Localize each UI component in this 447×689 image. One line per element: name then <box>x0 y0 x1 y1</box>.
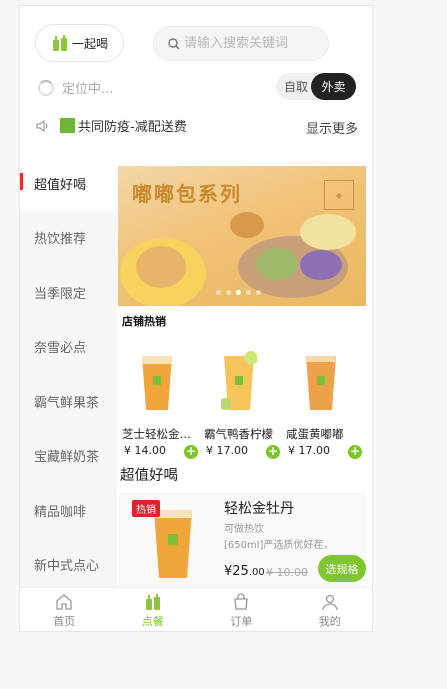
sidebar-item-label: 当季限定 <box>34 286 87 302</box>
sidebar-item-milk-tea[interactable]: 宝藏鲜奶茶 <box>20 429 117 484</box>
hot-item-name: 咸蛋黄嘟嘟 <box>286 427 344 441</box>
price-decimal: .00 <box>248 567 265 578</box>
sidebar-item-must-order[interactable]: 奈雪必点 <box>20 320 117 375</box>
drink-cup-image <box>221 351 257 410</box>
sidebar-item-label: 宝藏鲜奶茶 <box>34 450 100 466</box>
drink-cup-image <box>142 356 172 410</box>
sidebar-item-snacks[interactable]: 新中式点心 <box>20 538 117 588</box>
tab-profile[interactable]: 我的 <box>286 588 373 631</box>
tab-label: 我的 <box>318 614 341 628</box>
sidebar-item-fruit-tea[interactable]: 霸气鲜果茶 <box>20 374 117 429</box>
person-icon <box>322 594 338 610</box>
pagination-dot[interactable] <box>256 290 261 295</box>
home-icon <box>56 593 72 610</box>
product-desc-line1: 可做热饮 <box>224 524 264 535</box>
location-status[interactable]: 定位中... <box>38 78 113 97</box>
speaker-icon <box>36 119 48 132</box>
banner-bun-image <box>300 250 342 280</box>
pagination-dot[interactable] <box>216 290 221 295</box>
category-title: 超值好喝 <box>120 468 178 484</box>
banner-bun-image <box>300 214 356 250</box>
search-input[interactable] <box>184 36 324 51</box>
choose-spec-button[interactable]: 选规格 <box>318 555 366 582</box>
hot-item-card[interactable]: 霸气鸭香柠檬 ¥ 17.00 + <box>200 336 282 461</box>
tab-label: 订单 <box>230 614 253 628</box>
order-mode-toggle[interactable]: 自取 外卖 <box>276 73 356 100</box>
notice-text: 共同防疫-减配送费 <box>78 120 187 135</box>
banner-bun-image <box>230 212 264 238</box>
search-icon <box>168 37 180 49</box>
product-price: ¥25.00 <box>224 564 265 579</box>
hot-item-name: 霸气鸭香柠檬 <box>204 427 273 441</box>
pagination-dot[interactable] <box>226 290 231 295</box>
hot-item-card[interactable]: 咸蛋黄嘟嘟 ¥ 17.00 + <box>282 336 364 461</box>
sidebar-item-label: 新中式点心 <box>34 559 100 575</box>
show-more-link[interactable]: 显示更多 <box>306 118 358 137</box>
search-box[interactable] <box>153 26 329 61</box>
sidebar-item-hot-drinks[interactable]: 热饮推荐 <box>20 211 117 266</box>
delivery-option[interactable]: 外卖 <box>311 73 356 100</box>
add-to-cart-button[interactable]: + <box>348 445 362 459</box>
location-text: 定位中... <box>62 82 114 97</box>
hot-item-price: ¥ 17.00 <box>206 444 248 457</box>
tab-orders[interactable]: 订单 <box>197 588 286 631</box>
tab-home[interactable]: 首页 <box>20 588 109 631</box>
banner-title: 嘟嘟包系列 <box>132 182 242 206</box>
price-integer: ¥25 <box>224 564 249 579</box>
banner-bun-image <box>136 246 186 288</box>
product-desc-line2: [650ml]严选质优好茬， <box>224 540 334 551</box>
promo-banner[interactable]: 嘟嘟包系列 ◆ <box>118 166 366 306</box>
banner-pagination <box>216 290 261 295</box>
menu-content: 嘟嘟包系列 ◆ 店铺热销 芝士轻松金牡丹 ¥ 14.00 + 霸气鸭香柠檬 ¥ … <box>118 166 366 587</box>
sidebar-item-value[interactable]: 超值好喝 <box>20 156 117 211</box>
add-to-cart-button[interactable]: + <box>266 445 280 459</box>
drink-cup-image <box>306 356 336 410</box>
banner-stamp-icon: ◆ <box>324 180 354 210</box>
tab-order-food[interactable]: 点餐 <box>109 588 198 631</box>
banner-bun-image <box>256 248 298 280</box>
notice-bar: 共同防疫-减配送费 <box>36 116 187 135</box>
hot-items-row: 芝士轻松金牡丹 ¥ 14.00 + 霸气鸭香柠檬 ¥ 17.00 + 咸蛋黄嘟嘟… <box>118 336 366 461</box>
sidebar-item-label: 霸气鲜果茶 <box>34 395 100 411</box>
pickup-option[interactable]: 自取 <box>284 78 308 95</box>
sidebar-item-label: 奈雪必点 <box>34 341 87 357</box>
tab-label: 首页 <box>53 614 76 628</box>
product-card[interactable]: 热销 轻松金牡丹 可做热饮 [650ml]严选质优好茬， ¥25.00 ¥ 10… <box>118 492 366 587</box>
cups-logo-icon <box>52 35 67 51</box>
hot-sale-badge: 热销 <box>132 500 160 517</box>
promo-tag-icon <box>60 118 75 133</box>
product-name: 轻松金牡丹 <box>224 501 294 517</box>
hot-item-price: ¥ 17.00 <box>288 444 330 457</box>
category-sidebar: 超值好喝 热饮推荐 当季限定 奈雪必点 霸气鲜果茶 宝藏鲜奶茶 精品咖啡 新中式… <box>20 156 117 587</box>
hot-item-price: ¥ 14.00 <box>124 444 166 457</box>
brand-label: 一起喝 <box>71 36 108 51</box>
sidebar-item-label: 精品咖啡 <box>34 504 87 520</box>
loading-spinner-icon <box>38 79 54 96</box>
sidebar-item-label: 热饮推荐 <box>34 232 87 248</box>
sidebar-item-label: 超值好喝 <box>34 177 87 193</box>
bag-icon <box>234 592 248 610</box>
sidebar-item-coffee[interactable]: 精品咖啡 <box>20 483 117 538</box>
sidebar-item-seasonal[interactable]: 当季限定 <box>20 265 117 320</box>
hot-item-card[interactable]: 芝士轻松金牡丹 ¥ 14.00 + <box>118 336 200 461</box>
brand-button[interactable]: 一起喝 <box>35 24 124 62</box>
add-to-cart-button[interactable]: + <box>184 445 198 459</box>
cups-icon <box>145 593 160 610</box>
pagination-dot[interactable] <box>246 290 251 295</box>
hot-section-title: 店铺热销 <box>122 315 166 328</box>
hot-item-name: 芝士轻松金牡丹 <box>122 427 198 441</box>
bottom-tab-bar: 首页 点餐 订单 我的 <box>20 587 373 631</box>
tab-label: 点餐 <box>141 614 164 628</box>
original-price: ¥ 10.00 <box>266 566 308 579</box>
pagination-dot[interactable] <box>236 290 241 295</box>
app-screen: 一起喝 定位中... 自取 外卖 共同防疫-减配送费 显示更多 超值好喝 热饮推… <box>19 5 373 632</box>
